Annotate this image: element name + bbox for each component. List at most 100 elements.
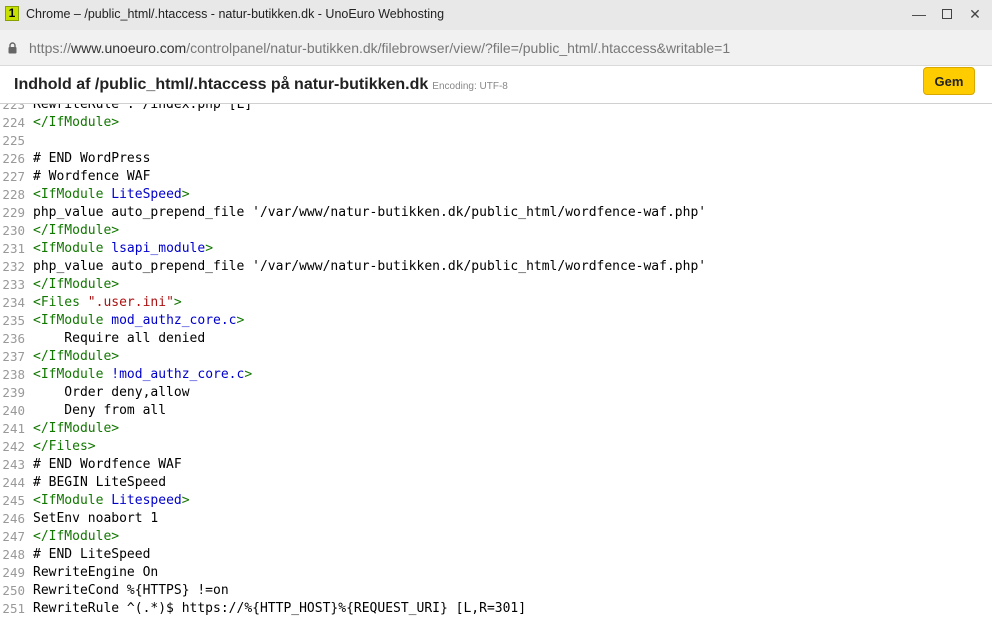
line-number: 240: [2, 403, 25, 418]
line-number: 231: [2, 241, 25, 256]
code-line[interactable]: 234 <Files ".user.ini">: [0, 294, 181, 312]
code-text: <Files ".user.ini">: [33, 295, 182, 310]
url-scheme: https://: [29, 40, 72, 56]
encoding-label: Encoding: UTF-8: [432, 81, 508, 92]
maximize-icon[interactable]: [936, 4, 958, 24]
minimize-icon[interactable]: —: [908, 4, 930, 24]
line-number: 250: [2, 583, 25, 598]
code-line[interactable]: 240 Deny from all: [0, 402, 166, 420]
code-text: </IfModule>: [33, 115, 120, 130]
url-text[interactable]: https://www.unoeuro.com/controlpanel/nat…: [29, 40, 730, 56]
code-line[interactable]: 236 Require all denied: [0, 330, 205, 348]
line-number: 223: [2, 104, 25, 112]
close-icon[interactable]: ✕: [964, 4, 986, 24]
code-line[interactable]: 246 SetEnv noabort 1: [0, 510, 158, 528]
code-line[interactable]: 225: [0, 132, 25, 150]
code-line[interactable]: 229 php_value auto_prepend_file '/var/www…: [0, 204, 706, 222]
line-number: 249: [2, 565, 25, 580]
code-text: <IfModule LiteSpeed>: [33, 187, 190, 202]
code-line[interactable]: 242 </Files>: [0, 438, 95, 456]
url-host: www.unoeuro.com: [71, 40, 187, 56]
line-number: 238: [2, 367, 25, 382]
line-number: 224: [2, 115, 25, 130]
code-editor[interactable]: 223 RewriteRule . /index.php [L] 224 </IfMo…: [0, 104, 992, 620]
code-line[interactable]: 233 </IfModule>: [0, 276, 119, 294]
lock-icon: [8, 42, 17, 54]
window-title: Chrome – /public_html/.htaccess - natur-…: [26, 7, 445, 21]
code-text: </Files>: [33, 439, 96, 454]
code-text: # BEGIN LiteSpeed: [33, 475, 167, 490]
code-line[interactable]: 251 RewriteRule ^(.*)$ https://%{HTTP_HOS…: [0, 600, 526, 618]
code-text: SetEnv noabort 1: [33, 511, 159, 526]
url-path: /controlpanel/natur-butikken.dk/filebrow…: [186, 40, 731, 56]
code-text: </IfModule>: [33, 421, 120, 436]
code-line[interactable]: 237 </IfModule>: [0, 348, 119, 366]
line-number: 246: [2, 511, 25, 526]
code-text: # END Wordfence WAF: [33, 457, 182, 472]
code-line[interactable]: 228 <IfModule LiteSpeed>: [0, 186, 189, 204]
code-line[interactable]: 231 <IfModule lsapi_module>: [0, 240, 213, 258]
file-header: Indhold af /public_html/.htaccess på nat…: [0, 66, 992, 104]
code-line[interactable]: 232 php_value auto_prepend_file '/var/www…: [0, 258, 706, 276]
code-text: <IfModule mod_authz_core.c>: [33, 313, 245, 328]
code-line[interactable]: 241 </IfModule>: [0, 420, 119, 438]
code-text: Require all denied: [33, 331, 206, 346]
code-text: RewriteRule ^(.*)$ https://%{HTTP_HOST}%…: [33, 601, 527, 616]
code-line[interactable]: 227 # Wordfence WAF: [0, 168, 150, 186]
code-text: php_value auto_prepend_file '/var/www/na…: [33, 259, 707, 274]
code-line[interactable]: 224 </IfModule>: [0, 114, 119, 132]
line-number: 233: [2, 277, 25, 292]
code-text: # END WordPress: [33, 151, 151, 166]
line-number: 243: [2, 457, 25, 472]
line-number: 228: [2, 187, 25, 202]
address-bar[interactable]: https://www.unoeuro.com/controlpanel/nat…: [0, 30, 992, 66]
code-text: </IfModule>: [33, 223, 120, 238]
code-text: <IfModule Litespeed>: [33, 493, 190, 508]
code-text: </IfModule>: [33, 277, 120, 292]
line-number: 242: [2, 439, 25, 454]
line-number: 247: [2, 529, 25, 544]
line-number: 237: [2, 349, 25, 364]
code-text: </IfModule>: [33, 529, 120, 544]
line-number: 248: [2, 547, 25, 562]
line-number: 245: [2, 493, 25, 508]
window-title-bar: 1 Chrome – /public_html/.htaccess - natu…: [0, 0, 992, 30]
code-text: <IfModule !mod_authz_core.c>: [33, 367, 253, 382]
code-line[interactable]: 235 <IfModule mod_authz_core.c>: [0, 312, 244, 330]
code-text: Deny from all: [33, 403, 167, 418]
code-line[interactable]: 223 RewriteRule . /index.php [L]: [0, 104, 252, 114]
code-line[interactable]: 238 <IfModule !mod_authz_core.c>: [0, 366, 252, 384]
code-text: RewriteRule . /index.php [L]: [33, 104, 253, 112]
code-line[interactable]: 250 RewriteCond %{HTTPS} !=on: [0, 582, 228, 600]
app-icon: 1: [5, 6, 19, 21]
code-line[interactable]: 243 # END Wordfence WAF: [0, 456, 181, 474]
code-line[interactable]: 247 </IfModule>: [0, 528, 119, 546]
code-text: Order deny,allow: [33, 385, 190, 400]
line-number: 227: [2, 169, 25, 184]
line-number: 236: [2, 331, 25, 346]
line-number: 251: [2, 601, 25, 616]
code-line[interactable]: 249 RewriteEngine On: [0, 564, 158, 582]
code-text: </IfModule>: [33, 349, 120, 364]
line-number: 239: [2, 385, 25, 400]
code-line[interactable]: 226 # END WordPress: [0, 150, 150, 168]
code-line[interactable]: 230 </IfModule>: [0, 222, 119, 240]
code-line[interactable]: 239 Order deny,allow: [0, 384, 189, 402]
code-text: RewriteCond %{HTTPS} !=on: [33, 583, 229, 598]
code-line[interactable]: 248 # END LiteSpeed: [0, 546, 150, 564]
code-text: # END LiteSpeed: [33, 547, 151, 562]
save-button[interactable]: Gem: [923, 67, 975, 95]
line-number: 234: [2, 295, 25, 310]
line-number: 235: [2, 313, 25, 328]
code-line[interactable]: 245 <IfModule Litespeed>: [0, 492, 189, 510]
page-title: Indhold af /public_html/.htaccess på nat…: [14, 76, 508, 93]
line-number: 225: [2, 133, 25, 148]
code-text: RewriteEngine On: [33, 565, 159, 580]
code-lines: 223 RewriteRule . /index.php [L] 224 </IfMo…: [0, 104, 706, 618]
code-line[interactable]: 244 # BEGIN LiteSpeed: [0, 474, 166, 492]
code-text: php_value auto_prepend_file '/var/www/na…: [33, 205, 707, 220]
code-text: # Wordfence WAF: [33, 169, 151, 184]
line-number: 232: [2, 259, 25, 274]
line-number: 229: [2, 205, 25, 220]
line-number: 226: [2, 151, 25, 166]
